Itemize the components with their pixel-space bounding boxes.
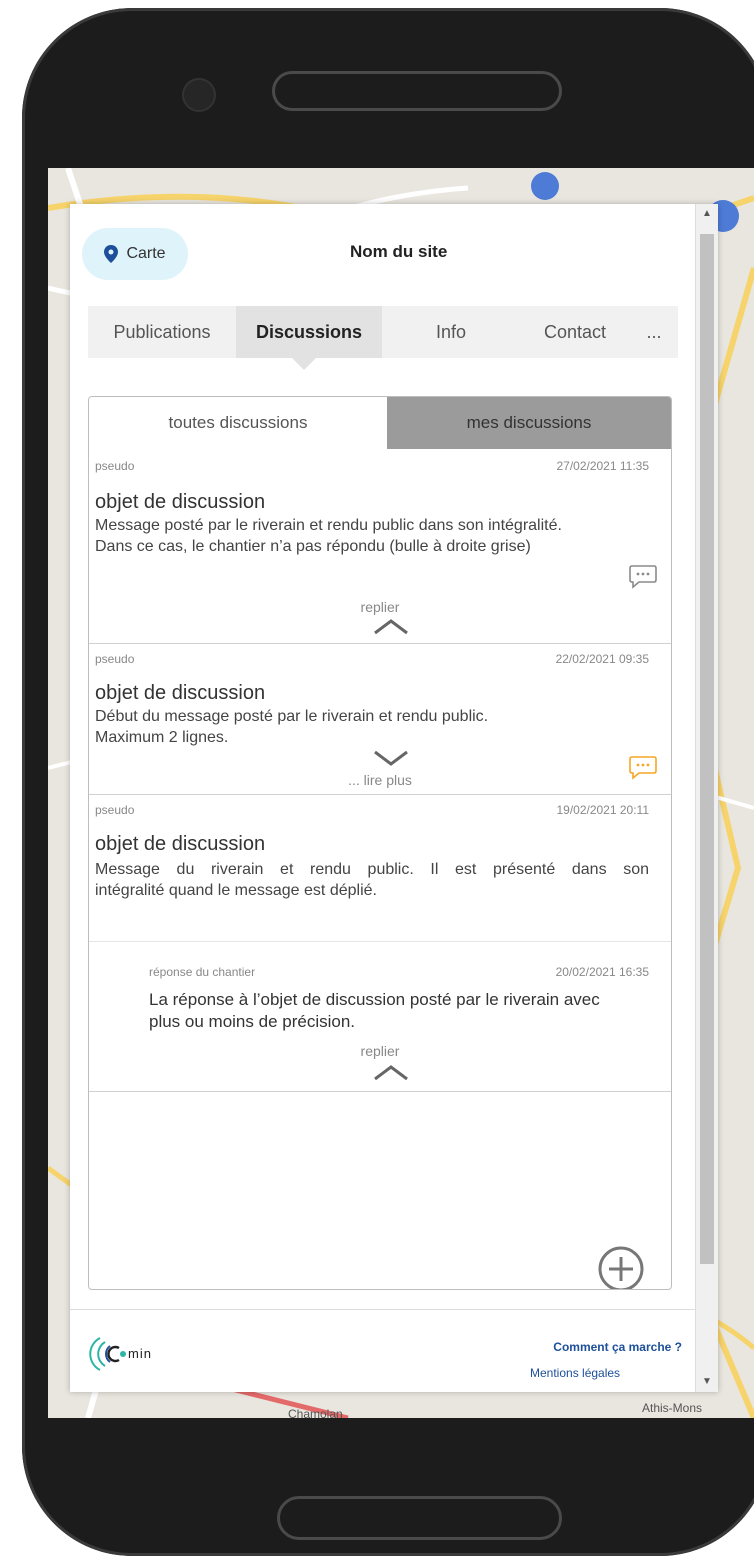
- map-button-label: Carte: [126, 245, 166, 262]
- chevron-up-icon[interactable]: [373, 1065, 409, 1081]
- author: pseudo: [95, 803, 135, 817]
- map-button[interactable]: Carte: [82, 228, 188, 280]
- message-line: Début du message posté par le riverain e…: [95, 708, 489, 725]
- site-panel: Carte Nom du site Publications Discussio…: [70, 204, 718, 1392]
- earpiece-speaker: [272, 71, 562, 111]
- phone-top-bezel: [22, 8, 754, 173]
- discussion-subject: objet de discussion: [95, 682, 266, 704]
- date: 22/02/2021 09:35: [555, 652, 649, 666]
- collapse-label[interactable]: replier: [89, 599, 671, 615]
- date: 19/02/2021 20:11: [556, 803, 649, 817]
- map-pin-icon: [104, 245, 119, 263]
- chat-bubble-icon[interactable]: [629, 565, 657, 589]
- discussion-item[interactable]: pseudo 19/02/2021 20:11 objet de discuss…: [89, 795, 671, 1092]
- date: 27/02/2021 11:35: [556, 459, 649, 473]
- scroll-up-arrow-icon[interactable]: ▲: [696, 204, 718, 224]
- collapse-label[interactable]: replier: [89, 1043, 671, 1059]
- subtab-all-discussions[interactable]: toutes discussions: [89, 397, 387, 449]
- phone-screen: Athis-Mons Chamolan Carte Nom du site Pu…: [48, 168, 754, 1418]
- chat-bubble-icon[interactable]: [629, 756, 657, 780]
- message-line: Message posté par le riverain et rendu p…: [95, 517, 562, 534]
- how-it-works-link[interactable]: Comment ça marche ?: [553, 1340, 682, 1354]
- reply-date: 20/02/2021 16:35: [555, 965, 649, 979]
- message-line: Message du riverain et rendu public. Il …: [95, 861, 649, 878]
- author: pseudo: [95, 459, 135, 473]
- read-more-label[interactable]: ... lire plus: [89, 772, 671, 788]
- legal-notice-link[interactable]: Mentions légales: [530, 1366, 620, 1380]
- map-label-chamolan: Chamolan: [288, 1407, 343, 1418]
- reply-divider: [89, 941, 671, 942]
- scrollbar[interactable]: ▲ ▼: [695, 204, 718, 1392]
- site-title: Nom du site: [350, 242, 448, 261]
- message-line: Dans ce cas, le chantier n’a pas répondu…: [95, 538, 531, 555]
- subtab-bar: toutes discussions mes discussions: [89, 397, 671, 449]
- discussion-list: toutes discussions mes discussions pseud…: [88, 396, 672, 1290]
- tab-discussions[interactable]: Discussions: [236, 306, 382, 358]
- front-camera: [182, 78, 216, 112]
- comin-logo: min: [86, 1332, 176, 1376]
- tab-publications[interactable]: Publications: [88, 306, 236, 358]
- message-line: Maximum 2 lignes.: [95, 729, 229, 746]
- subtab-my-discussions[interactable]: mes discussions: [387, 397, 671, 449]
- home-button[interactable]: [277, 1496, 562, 1540]
- tab-more[interactable]: ...: [630, 306, 678, 358]
- chevron-up-icon[interactable]: [373, 619, 409, 635]
- author: pseudo: [95, 652, 135, 666]
- message-line: intégralité quand le message est déplié.: [95, 882, 377, 899]
- chevron-down-icon[interactable]: [373, 750, 409, 766]
- map-label-athis: Athis-Mons: [642, 1401, 702, 1415]
- tab-contact[interactable]: Contact: [520, 306, 630, 358]
- discussion-subject: objet de discussion: [95, 491, 266, 513]
- tab-bar: Publications Discussions Info Contact ..…: [88, 306, 678, 358]
- logo-text: min: [128, 1346, 152, 1361]
- tab-info[interactable]: Info: [382, 306, 520, 358]
- scroll-down-arrow-icon[interactable]: ▼: [696, 1372, 718, 1392]
- discussion-subject: objet de discussion: [95, 833, 266, 855]
- add-discussion-button[interactable]: [597, 1245, 645, 1290]
- active-tab-caret: [292, 358, 316, 370]
- discussion-item[interactable]: pseudo 27/02/2021 11:35 objet de discuss…: [89, 449, 671, 644]
- reply-line: plus ou moins de précision.: [149, 1012, 356, 1031]
- reply-line: La réponse à l’objet de discussion posté…: [149, 990, 600, 1009]
- discussion-item[interactable]: pseudo 22/02/2021 09:35 objet de discuss…: [89, 644, 671, 795]
- footer-divider: [70, 1309, 696, 1310]
- reply-author: réponse du chantier: [149, 965, 256, 979]
- scroll-thumb[interactable]: [700, 234, 714, 1264]
